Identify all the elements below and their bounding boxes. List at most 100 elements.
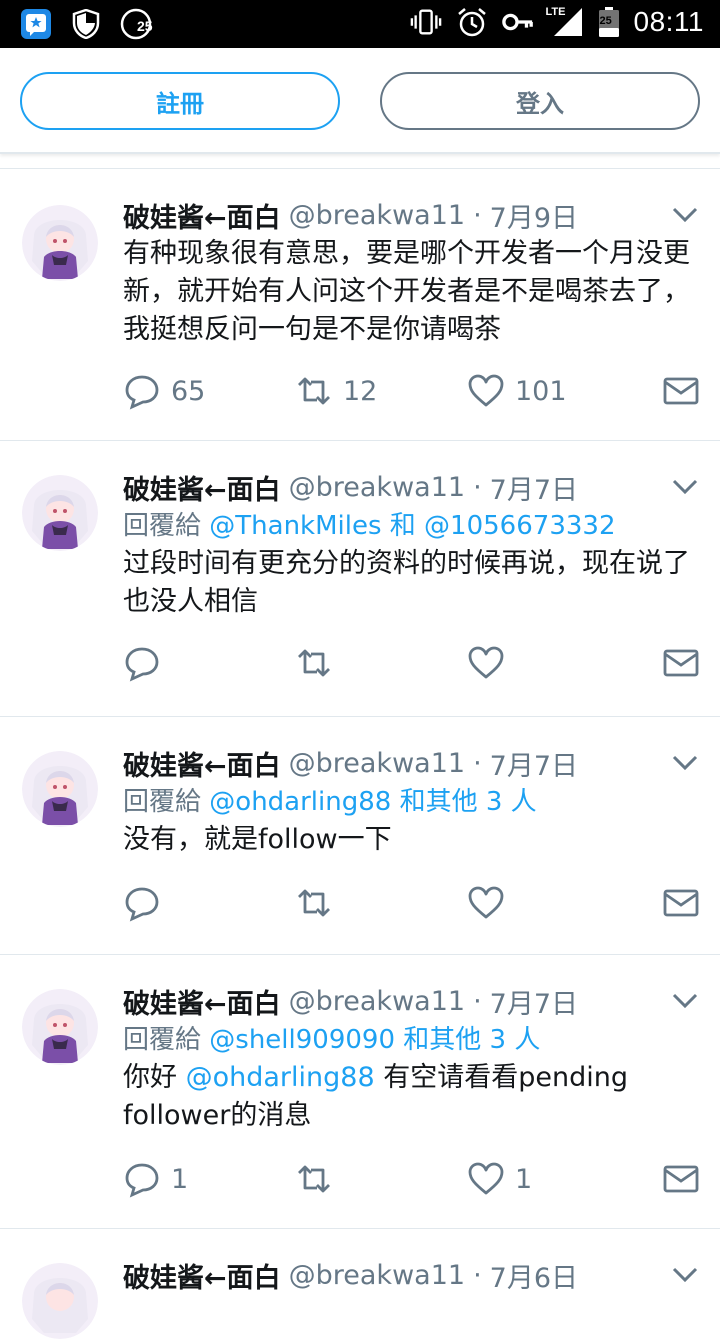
clock: 08:11 [633, 6, 704, 37]
network-type: LTE [545, 6, 566, 18]
signup-button[interactable]: 註冊 [20, 72, 340, 130]
retweet-button[interactable]: 12 [295, 371, 377, 411]
replying-to: 回覆給 @ohdarling88 和其他 3 人 [123, 783, 700, 821]
tweet-text-before: 你好 [123, 1062, 186, 1093]
tweet-text: 没有，就是follow一下 [123, 824, 392, 855]
avatar[interactable] [22, 989, 98, 1065]
chevron-down-icon[interactable] [670, 199, 700, 229]
tweet-actions: 65 12 101 [123, 371, 700, 411]
chevron-down-icon[interactable] [670, 471, 700, 501]
tweet-text: 过段时间有更充分的资料的时候再说，现在说了也没人相信 [123, 548, 690, 617]
app-notification-icon [20, 8, 52, 40]
like-button[interactable] [467, 883, 505, 923]
heart-icon [468, 646, 504, 679]
chevron-down-icon[interactable] [670, 747, 700, 777]
reply-icon [125, 647, 159, 682]
like-button[interactable] [467, 643, 505, 683]
avatar[interactable] [22, 205, 98, 281]
separator: · [473, 199, 482, 231]
replying-to: 回覆給 @shell909090 和其他 3 人 [123, 1021, 700, 1059]
heart-icon [468, 1162, 504, 1195]
vibrate-icon [410, 6, 442, 38]
avatar[interactable] [22, 475, 98, 551]
tweet-date[interactable]: 7月7日 [490, 744, 578, 783]
notification-count-icon: 25 [120, 8, 153, 40]
user-handle[interactable]: @breakwa11 [289, 200, 465, 231]
status-bar: 25 LTE 25 08:11 [0, 0, 720, 48]
reply-icon [125, 1163, 159, 1198]
alarm-icon [456, 6, 488, 38]
replying-to-link[interactable]: @shell909090 和其他 3 人 [209, 1025, 540, 1055]
envelope-icon [663, 1165, 699, 1193]
heart-icon [468, 374, 504, 407]
retweet-button[interactable] [295, 883, 333, 923]
reply-button[interactable] [123, 643, 161, 683]
direct-message-button[interactable] [662, 371, 700, 411]
shield-icon [70, 8, 102, 40]
replying-to: 回覆給 @ThankMiles 和 @1056673332 [123, 507, 700, 545]
tweet[interactable]: 破娃酱←面白 @breakwa11 · 7月6日 [0, 1228, 720, 1339]
user-handle[interactable]: @breakwa11 [289, 1260, 465, 1291]
separator: · [473, 471, 482, 503]
battery-icon: 25 [598, 6, 620, 38]
retweet-icon [298, 649, 330, 677]
tweet-header: 破娃酱←面白 @breakwa11 · 7月9日 [123, 195, 700, 235]
user-handle[interactable]: @breakwa11 [289, 986, 465, 1017]
avatar[interactable] [22, 751, 98, 827]
tweet-text: 有种现象很有意思，要是哪个开发者一个月没更新，就开始有人问这个开发者是不是喝茶去… [123, 238, 690, 345]
user-handle[interactable]: @breakwa11 [289, 472, 465, 503]
like-count: 101 [515, 375, 567, 407]
replying-to-link[interactable]: @ThankMiles 和 @1056673332 [209, 511, 615, 541]
reply-button[interactable]: 65 [123, 371, 205, 411]
retweet-button[interactable] [295, 643, 333, 683]
retweet-icon [298, 377, 330, 405]
retweet-button[interactable] [295, 1159, 333, 1199]
display-name[interactable]: 破娃酱←面白 [123, 196, 281, 235]
chevron-down-icon[interactable] [670, 1259, 700, 1289]
like-count: 1 [515, 1163, 533, 1195]
tweet[interactable]: 破娃酱←面白 @breakwa11 · 7月9日 有种现象很有意思，要是哪个开发… [0, 168, 720, 440]
display-name[interactable]: 破娃酱←面白 [123, 744, 281, 783]
tweet-actions [123, 643, 700, 683]
reply-button[interactable]: 1 [123, 1159, 188, 1199]
chevron-down-icon[interactable] [670, 985, 700, 1015]
reply-icon [125, 887, 159, 922]
tweet-header: 破娃酱←面白 @breakwa11 · 7月7日 [123, 467, 700, 507]
reply-count: 65 [171, 375, 206, 407]
tweet-date[interactable]: 7月7日 [490, 468, 578, 507]
direct-message-button[interactable] [662, 883, 700, 923]
replying-to-link[interactable]: @ohdarling88 和其他 3 人 [209, 787, 536, 817]
direct-message-button[interactable] [662, 1159, 700, 1199]
tweet[interactable]: 破娃酱←面白 @breakwa11 · 7月7日 回覆給 @shell90909… [0, 954, 720, 1228]
auth-header: 註冊 登入 [0, 48, 720, 154]
separator: · [473, 1259, 482, 1291]
tweet-date[interactable]: 7月7日 [490, 982, 578, 1021]
reply-count: 1 [171, 1163, 189, 1195]
avatar[interactable] [22, 1263, 98, 1339]
display-name[interactable]: 破娃酱←面白 [123, 468, 281, 507]
like-button[interactable]: 101 [467, 371, 567, 411]
tweet-header: 破娃酱←面白 @breakwa11 · 7月6日 [123, 1255, 700, 1295]
display-name[interactable]: 破娃酱←面白 [123, 982, 281, 1021]
retweet-icon [298, 1165, 330, 1193]
user-handle[interactable]: @breakwa11 [289, 748, 465, 779]
tweet-text: 你好 @ohdarling88 有空请看看pending follower的消息 [123, 1059, 700, 1135]
tweet-header: 破娃酱←面白 @breakwa11 · 7月7日 [123, 981, 700, 1021]
replying-prefix: 回覆給 [123, 511, 202, 541]
display-name[interactable]: 破娃酱←面白 [123, 1256, 281, 1295]
tweet-feed: 破娃酱←面白 @breakwa11 · 7月9日 有种现象很有意思，要是哪个开发… [0, 168, 720, 1339]
tweet-date[interactable]: 7月6日 [490, 1256, 578, 1295]
tweet-date[interactable]: 7月9日 [490, 196, 578, 235]
like-button[interactable]: 1 [467, 1159, 532, 1199]
direct-message-button[interactable] [662, 643, 700, 683]
reply-button[interactable] [123, 883, 161, 923]
notification-count: 25 [137, 18, 153, 34]
key-icon [501, 6, 534, 38]
mention-link[interactable]: @ohdarling88 [186, 1062, 375, 1093]
login-button[interactable]: 登入 [380, 72, 700, 130]
signal-icon: LTE [545, 6, 584, 38]
battery-level: 25 [599, 15, 612, 27]
heart-icon [468, 886, 504, 919]
tweet[interactable]: 破娃酱←面白 @breakwa11 · 7月7日 回覆給 @ohdarling8… [0, 716, 720, 954]
tweet[interactable]: 破娃酱←面白 @breakwa11 · 7月7日 回覆給 @ThankMiles… [0, 440, 720, 716]
